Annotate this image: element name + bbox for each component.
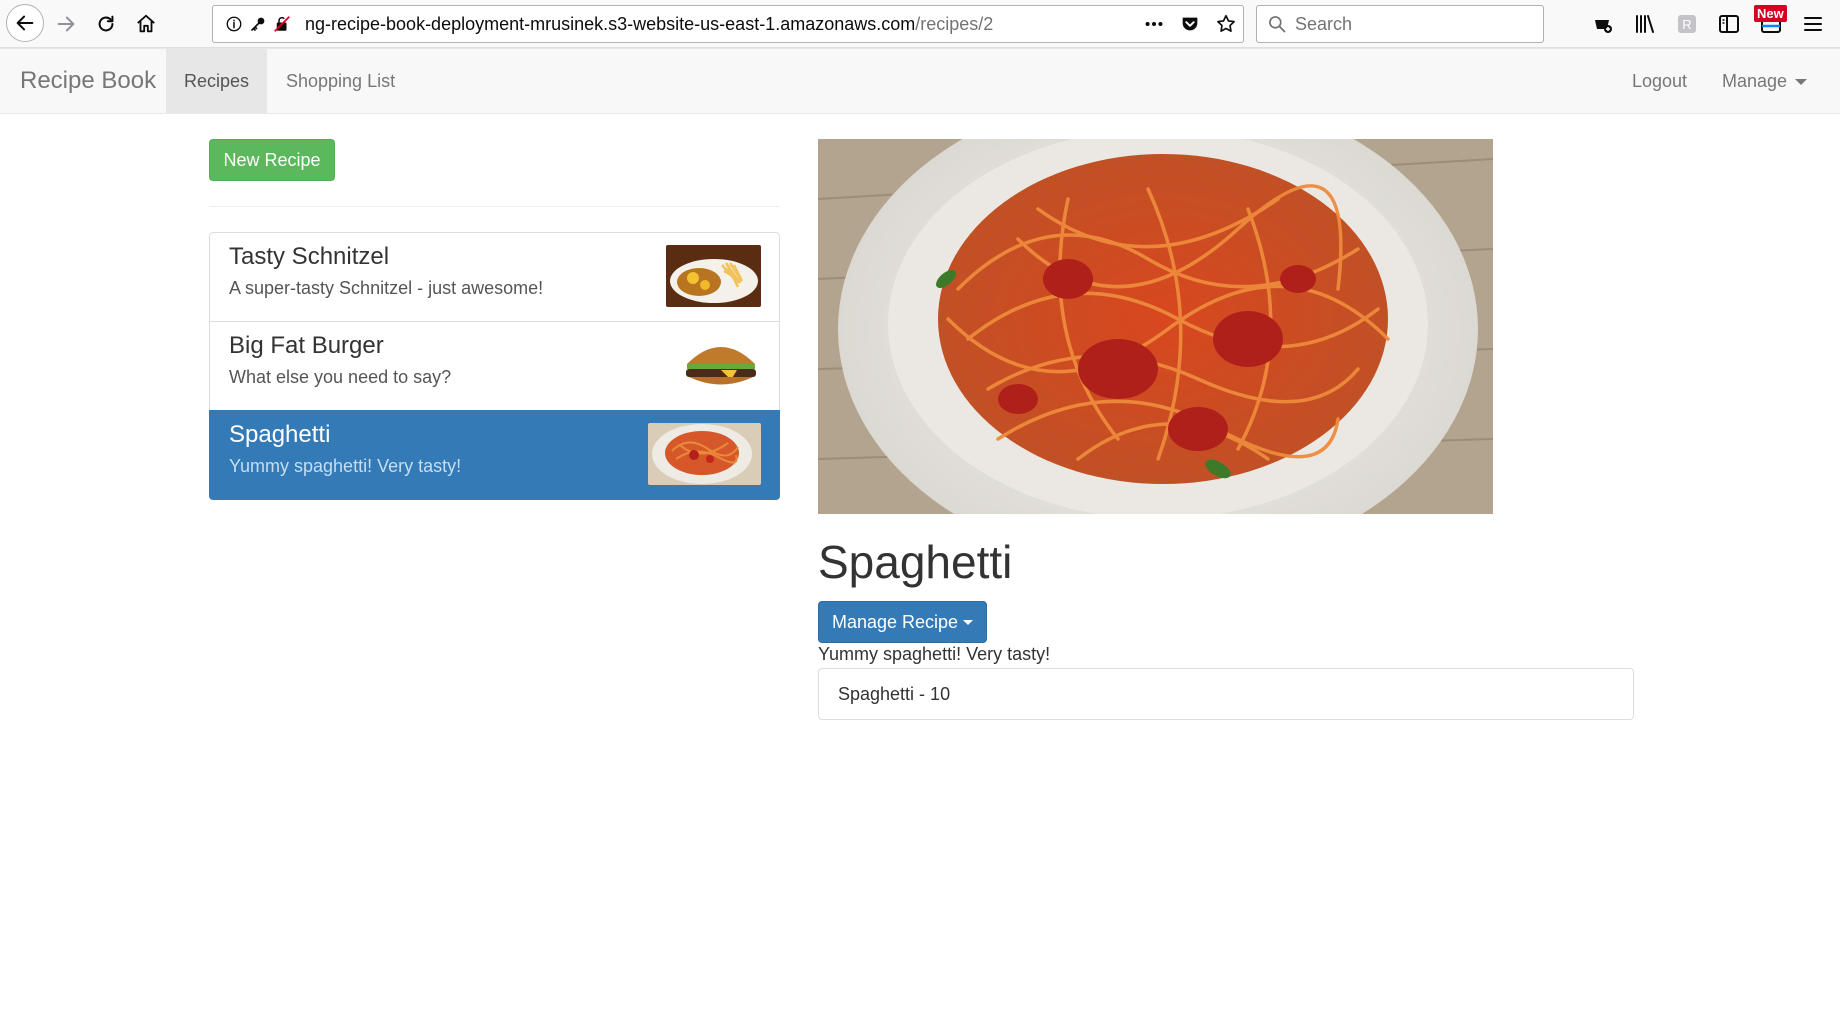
search-icon xyxy=(1269,16,1286,33)
ingredient-list: Spaghetti - 10 xyxy=(818,668,1634,720)
sidebar-toggle-button[interactable] xyxy=(1716,11,1742,37)
info-icon[interactable] xyxy=(225,15,243,33)
reload-icon xyxy=(98,15,114,32)
home-button[interactable] xyxy=(128,6,164,42)
caret-down-icon xyxy=(1795,79,1808,86)
url-host: ng-recipe-book-deployment-mrusinek.s3-we… xyxy=(305,13,916,34)
back-arrow-icon xyxy=(16,15,34,31)
burger-image xyxy=(681,334,761,396)
page-actions-icon[interactable] xyxy=(1143,13,1165,35)
recipe-item-description: What else you need to say? xyxy=(229,367,452,387)
address-bar[interactable]: ng-recipe-book-deployment-mrusinek.s3-we… xyxy=(212,5,1244,43)
schnitzel-plate-image xyxy=(666,245,761,307)
recipe-item-name: Big Fat Burger xyxy=(229,332,384,359)
nav-logout-link[interactable]: Logout xyxy=(1614,49,1705,113)
divider xyxy=(209,206,780,207)
spaghetti-hero-image xyxy=(818,139,1493,514)
recipe-item-name: Spaghetti xyxy=(229,421,331,448)
search-input[interactable] xyxy=(1295,13,1525,35)
recipe-item-tasty-schnitzel[interactable]: Tasty Schnitzel A super-tasty Schnitzel … xyxy=(209,232,780,322)
recipe-detail-image xyxy=(818,139,1493,514)
browser-toolbar: ng-recipe-book-deployment-mrusinek.s3-we… xyxy=(0,0,1840,48)
sidebar-icon xyxy=(1719,15,1739,33)
reader-extension-icon: R xyxy=(1678,15,1696,33)
recipe-detail-title: Spaghetti xyxy=(818,536,1013,588)
recipe-item-description: Yummy spaghetti! Very tasty! xyxy=(229,456,462,476)
reader-extension-button[interactable]: R xyxy=(1674,11,1700,37)
pocket-icon[interactable] xyxy=(1179,13,1201,35)
library-button[interactable] xyxy=(1632,11,1658,37)
back-button[interactable] xyxy=(6,4,44,42)
nav-shopping-list-link[interactable]: Shopping List xyxy=(268,49,413,113)
bookmark-star-icon[interactable] xyxy=(1215,13,1237,35)
url-text: ng-recipe-book-deployment-mrusinek.s3-we… xyxy=(305,14,993,35)
ingredient-item: Spaghetti - 10 xyxy=(818,668,1634,720)
forward-arrow-icon xyxy=(57,16,75,32)
reload-button[interactable] xyxy=(88,6,124,42)
key-icon[interactable] xyxy=(249,15,267,33)
extension-button[interactable] xyxy=(1590,11,1616,37)
spaghetti-bowl-image xyxy=(648,423,761,485)
extension-icon xyxy=(1595,20,1612,33)
manage-recipe-button[interactable]: Manage Recipe xyxy=(818,601,987,643)
library-icon xyxy=(1636,15,1654,33)
whats-new-button[interactable]: New xyxy=(1754,5,1787,37)
recipe-detail-description: Yummy spaghetti! Very tasty! xyxy=(818,644,1051,664)
manage-recipe-label: Manage Recipe xyxy=(831,611,959,632)
insecure-connection-icon[interactable] xyxy=(273,15,291,33)
search-bar[interactable] xyxy=(1256,5,1544,43)
brand-link[interactable]: Recipe Book xyxy=(20,49,156,113)
schnitzel-thumbnail xyxy=(666,245,761,307)
svg-text:R: R xyxy=(1682,17,1691,32)
recipe-item-big-fat-burger[interactable]: Big Fat Burger What else you need to say… xyxy=(209,321,780,411)
app-navbar: Recipe Book Recipes Shopping List Logout… xyxy=(0,48,1840,114)
new-recipe-button[interactable]: New Recipe xyxy=(209,139,335,181)
recipe-item-name: Tasty Schnitzel xyxy=(229,243,390,270)
spaghetti-thumbnail xyxy=(648,423,761,485)
nav-manage-dropdown[interactable]: Manage xyxy=(1704,49,1825,113)
url-path: /recipes/2 xyxy=(915,13,994,34)
menu-button[interactable] xyxy=(1800,11,1826,37)
recipe-item-spaghetti[interactable]: Spaghetti Yummy spaghetti! Very tasty! xyxy=(209,410,780,500)
nav-manage-label: Manage xyxy=(1722,71,1788,91)
caret-down-icon xyxy=(963,619,974,625)
nav-recipes-link[interactable]: Recipes xyxy=(166,49,268,113)
burger-thumbnail xyxy=(681,334,761,396)
recipe-list: Tasty Schnitzel A super-tasty Schnitzel … xyxy=(209,232,780,500)
new-badge: New xyxy=(1754,5,1787,22)
home-icon xyxy=(137,14,155,33)
hamburger-menu-icon xyxy=(1804,17,1822,31)
forward-button[interactable] xyxy=(48,6,84,42)
recipe-item-description: A super-tasty Schnitzel - just awesome! xyxy=(229,278,544,298)
